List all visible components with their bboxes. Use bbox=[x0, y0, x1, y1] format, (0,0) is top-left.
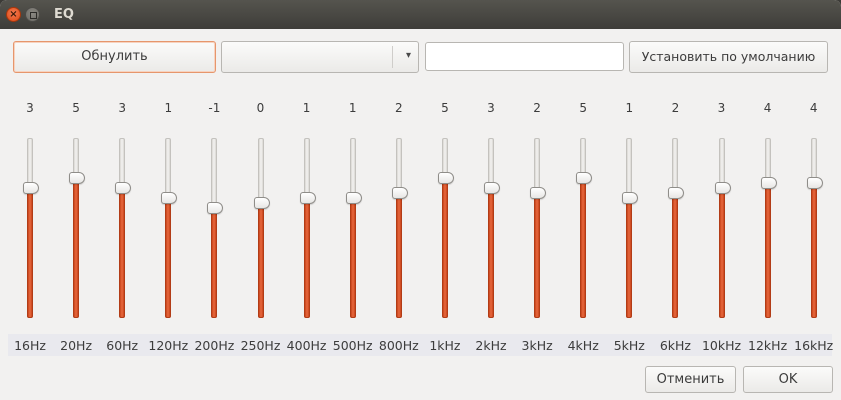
preset-name-input[interactable] bbox=[425, 42, 624, 71]
band-slider-fill bbox=[441, 178, 448, 318]
band-slider-fill bbox=[211, 208, 218, 318]
band-frequency-label: 12kHz bbox=[748, 338, 788, 353]
band-value-label: 1 bbox=[302, 101, 311, 115]
band-value-label: 2 bbox=[671, 101, 680, 115]
band-slider-fill bbox=[580, 178, 587, 318]
cancel-button[interactable]: Отменить bbox=[645, 366, 736, 393]
band-value-label: 5 bbox=[579, 101, 587, 115]
window-title: EQ bbox=[54, 7, 74, 22]
band-slider-handle[interactable] bbox=[391, 187, 408, 199]
band-frequency-label: 2kHz bbox=[475, 338, 507, 353]
band-frequency-label: 3kHz bbox=[521, 338, 553, 353]
band-slider-handle[interactable] bbox=[576, 172, 593, 184]
ok-button[interactable]: OK bbox=[743, 366, 833, 393]
chevron-down-icon[interactable]: ▾ bbox=[406, 50, 411, 61]
band-slider-handle[interactable] bbox=[345, 192, 362, 204]
band-frequency-label: 120Hz bbox=[148, 338, 189, 353]
band-slider-handle[interactable] bbox=[530, 187, 547, 199]
band-slider-fill bbox=[488, 188, 494, 318]
titlebar[interactable]: × EQ bbox=[0, 0, 841, 29]
band-slider-fill bbox=[626, 198, 633, 318]
band-slider-fill bbox=[810, 183, 817, 318]
band-value-label: 5 bbox=[441, 101, 449, 115]
band-slider-handle[interactable] bbox=[437, 172, 454, 184]
band-value-label: 1 bbox=[164, 101, 173, 115]
band-slider-handle[interactable] bbox=[806, 177, 823, 189]
eq-window: × EQ Обнулить ▾ Установить по умолчанию … bbox=[0, 0, 841, 400]
maximize-icon[interactable] bbox=[25, 7, 40, 22]
band-slider-fill bbox=[303, 198, 310, 318]
close-icon[interactable]: × bbox=[6, 7, 21, 22]
band-frequency-label: 800Hz bbox=[378, 338, 419, 353]
band-slider-handle[interactable] bbox=[23, 182, 39, 194]
band-frequency-label: 4kHz bbox=[567, 338, 599, 353]
preset-combo[interactable]: ▾ bbox=[221, 41, 419, 73]
band-slider-fill bbox=[395, 193, 402, 318]
band-slider-handle[interactable] bbox=[622, 192, 639, 204]
band-slider-handle[interactable] bbox=[299, 192, 316, 204]
band-value-label: 3 bbox=[487, 101, 495, 115]
band-frequency-label: 10kHz bbox=[701, 338, 742, 353]
band-slider-fill bbox=[672, 193, 679, 318]
band-value-label: 5 bbox=[72, 101, 80, 115]
band-slider-fill bbox=[119, 188, 126, 318]
band-value-label: 1 bbox=[625, 101, 634, 115]
band-value-label: 3 bbox=[26, 101, 34, 115]
band-slider-fill bbox=[718, 188, 725, 318]
band-slider-fill bbox=[165, 198, 172, 318]
band-slider-fill bbox=[27, 188, 33, 318]
band-slider-handle[interactable] bbox=[69, 172, 86, 184]
combo-separator bbox=[392, 46, 393, 68]
band-frequency-label: 16kHz bbox=[794, 338, 834, 353]
band-slider-fill bbox=[534, 193, 541, 318]
band-slider-handle[interactable] bbox=[161, 192, 178, 204]
reset-button[interactable]: Обнулить bbox=[13, 41, 216, 73]
band-value-label: 0 bbox=[256, 101, 265, 115]
band-slider-fill bbox=[349, 198, 356, 318]
band-slider-fill bbox=[764, 183, 771, 318]
band-frequency-label: 20Hz bbox=[60, 338, 93, 353]
set-default-button[interactable]: Установить по умолчанию bbox=[629, 41, 828, 73]
band-frequency-label: 400Hz bbox=[286, 338, 327, 353]
band-value-label: 3 bbox=[118, 101, 126, 115]
band-value-label: -1 bbox=[208, 101, 221, 115]
band-slider-handle[interactable] bbox=[207, 202, 224, 214]
band-slider-fill bbox=[257, 203, 264, 318]
band-slider-handle[interactable] bbox=[714, 182, 731, 194]
band-frequency-label: 6kHz bbox=[659, 338, 691, 353]
band-frequency-label: 16Hz bbox=[14, 338, 46, 353]
band-frequency-label: 500Hz bbox=[332, 338, 373, 353]
band-value-label: 4 bbox=[763, 101, 772, 115]
band-value-label: 2 bbox=[394, 101, 403, 115]
band-value-label: 2 bbox=[533, 101, 541, 115]
band-slider-handle[interactable] bbox=[253, 197, 270, 209]
band-frequency-label: 60Hz bbox=[106, 338, 139, 353]
band-slider-handle[interactable] bbox=[760, 177, 777, 189]
band-slider-handle[interactable] bbox=[668, 187, 685, 199]
band-slider-handle[interactable] bbox=[484, 182, 500, 194]
band-slider-handle[interactable] bbox=[115, 182, 132, 194]
band-frequency-label: 1kHz bbox=[429, 338, 461, 353]
band-value-label: 3 bbox=[717, 101, 726, 115]
band-frequency-label: 5kHz bbox=[613, 338, 645, 353]
band-slider-fill bbox=[73, 178, 80, 318]
band-value-label: 1 bbox=[348, 101, 357, 115]
band-frequency-label: 200Hz bbox=[194, 338, 235, 353]
band-frequency-label: 250Hz bbox=[240, 338, 281, 353]
band-value-label: 4 bbox=[809, 101, 818, 115]
